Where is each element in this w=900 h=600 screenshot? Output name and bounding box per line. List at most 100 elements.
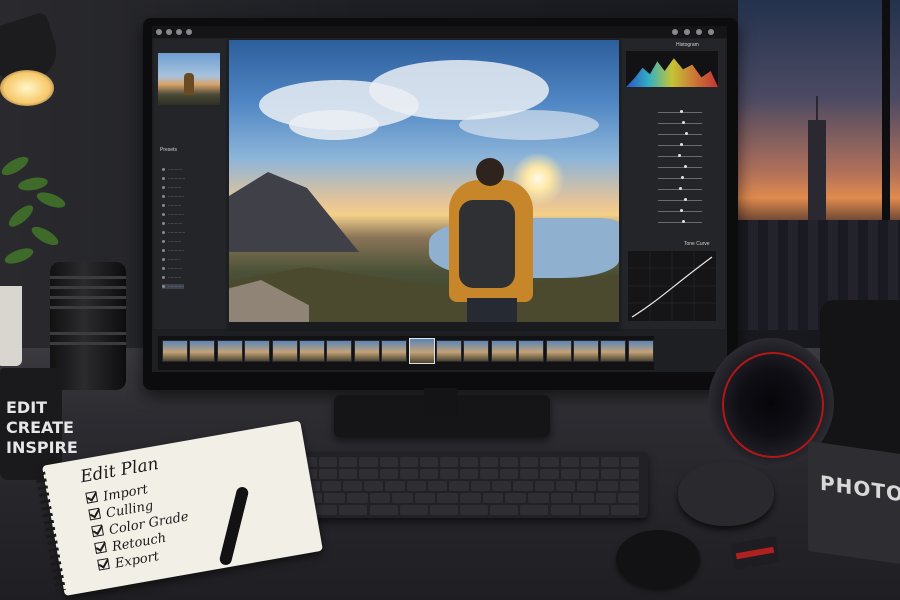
key [449,481,469,491]
filmstrip-thumbnail[interactable] [189,340,216,362]
key [491,481,512,491]
key [580,505,609,515]
toolbar-icon[interactable] [166,29,172,35]
filmstrip-thumbnail[interactable] [271,340,298,362]
toolbar-icon[interactable] [684,29,690,35]
skyscraper-spire [816,96,818,122]
key [482,493,504,503]
key [321,481,341,491]
toolbar-icon[interactable] [696,29,702,35]
key [406,481,427,491]
toolbar-icon[interactable] [708,29,714,35]
menu-icon[interactable] [156,29,162,35]
key [460,493,481,503]
filmstrip-thumbnail[interactable] [326,340,353,362]
filmstrip-thumbnail[interactable] [244,340,271,362]
slider-knob[interactable] [680,176,684,179]
slider-knob[interactable] [683,165,687,168]
preset-item[interactable]: ············· [162,176,185,181]
key [369,493,391,503]
slider-knob[interactable] [680,143,683,146]
mug-line: INSPIRE [6,438,78,457]
preset-item[interactable]: ·········· [162,185,181,190]
slider-knob[interactable] [680,209,683,212]
filmstrip-thumbnail[interactable] [162,340,188,362]
preset-item[interactable]: ·········· [162,239,181,244]
adjustment-slider[interactable] [628,175,716,181]
preset-item[interactable]: ··········· [162,221,183,226]
filmstrip-thumbnail[interactable] [299,340,325,362]
key [339,469,358,479]
key [560,457,579,467]
histogram-header: Histogram [676,42,699,48]
left-panel: Presets ··········· ············· ······… [154,39,226,329]
filmstrip-thumbnail-selected[interactable] [408,338,435,364]
adjustment-slider[interactable] [628,153,716,159]
key [500,457,519,467]
key [359,469,378,479]
adjustment-slider[interactable] [628,120,716,126]
hiker-legs [467,298,517,322]
key [399,469,418,479]
key [619,481,639,491]
preset-item[interactable]: ············ [162,212,184,217]
key [379,457,398,467]
key [437,493,458,503]
book-title: PHOTOGR [820,470,900,512]
filmstrip-thumbnail[interactable] [463,340,490,362]
key [359,457,378,467]
slider-knob[interactable] [680,110,683,113]
key [550,505,579,515]
key [480,457,499,467]
key [598,481,618,491]
adjustment-slider[interactable] [628,164,716,170]
adjustment-slider[interactable] [628,219,716,225]
key [573,493,594,503]
filmstrip-thumbnail[interactable] [518,340,545,362]
view-toolbar [229,322,619,331]
filmstrip-thumbnail[interactable] [216,340,243,362]
toolbar-icon[interactable] [176,29,182,35]
toolbar-icon[interactable] [186,29,192,35]
filmstrip-thumbnail[interactable] [545,340,572,362]
preset-item[interactable]: ·········· [162,203,181,208]
preset-item[interactable]: ············ [162,248,184,253]
filmstrip-thumbnail[interactable] [600,340,627,362]
adjustment-slider[interactable] [628,142,716,148]
key [577,481,597,491]
main-photo[interactable] [229,40,619,322]
filmstrip-thumbnail[interactable] [381,340,408,362]
preset-item[interactable]: ············ [162,194,184,199]
tone-curve[interactable] [628,251,716,321]
key [429,505,458,515]
preset-item[interactable]: ············· [162,230,185,235]
filmstrip-thumbnail[interactable] [627,340,654,362]
key [346,493,368,503]
adjustment-slider[interactable] [628,186,716,192]
preset-item[interactable]: ·········· [162,275,181,280]
tone-curve-graph[interactable] [628,251,716,321]
key [324,493,345,503]
toolbar-icon[interactable] [672,29,678,35]
adjustment-slider[interactable] [628,197,716,203]
navigator-thumbnail[interactable] [158,53,220,105]
hiker-head [476,158,504,186]
key [428,481,448,491]
right-panel: Histogram Tone Curve [622,39,725,329]
filmstrip-thumbnail[interactable] [353,340,380,362]
adjustment-slider[interactable] [628,208,716,214]
preset-item[interactable]: ··········· [162,167,183,172]
filmstrip-thumbnail[interactable] [490,340,517,362]
preset-item-selected[interactable]: ············ [162,284,184,289]
key [580,457,599,467]
filmstrip-thumbnail[interactable] [573,340,599,362]
key [600,457,619,467]
key [460,469,479,479]
preset-item[interactable]: ··········· [162,266,183,271]
adjustment-slider[interactable] [628,131,716,137]
key [618,493,639,503]
adjustment-slider[interactable] [628,109,716,115]
slider-knob[interactable] [677,154,681,157]
filmstrip-thumbnail[interactable] [436,340,462,362]
preset-item[interactable]: ········· [162,257,180,262]
